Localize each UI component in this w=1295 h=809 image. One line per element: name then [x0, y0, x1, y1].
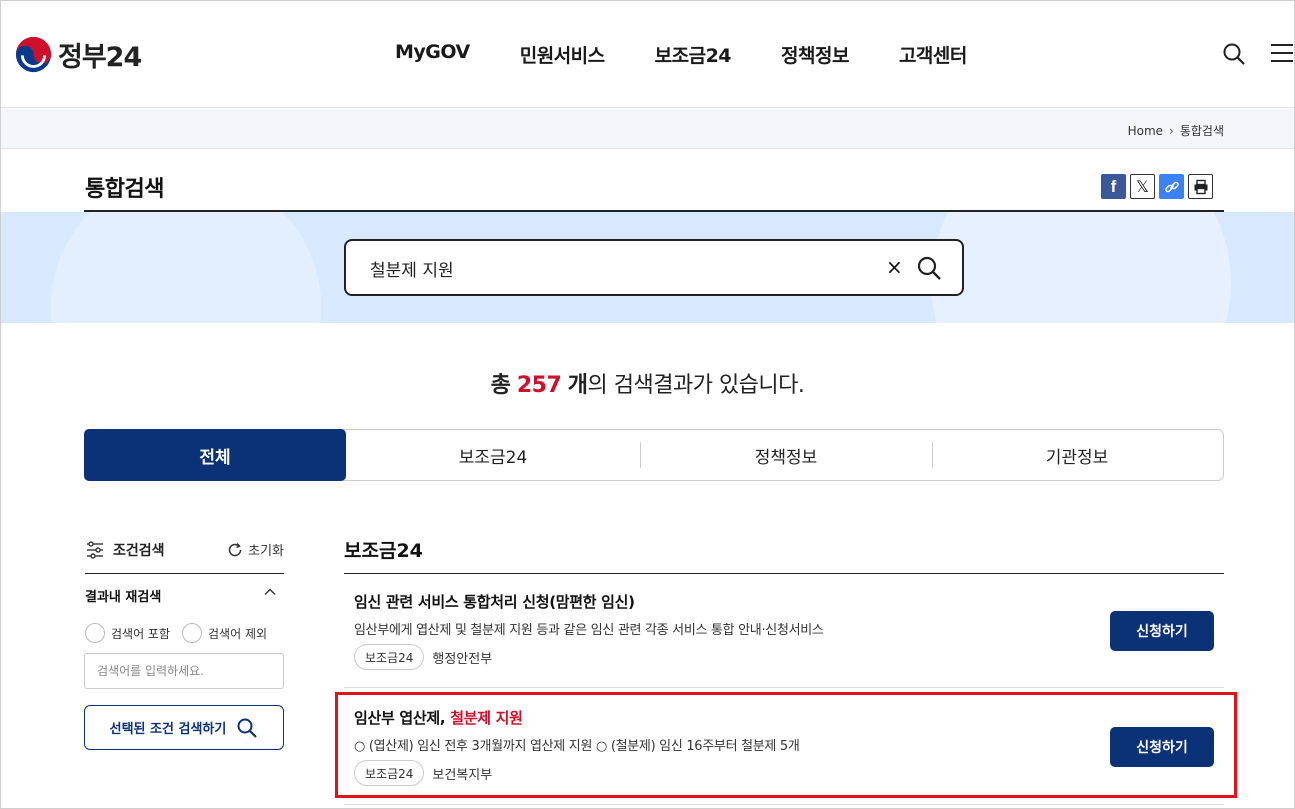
link-copy-icon[interactable]: [1159, 174, 1184, 199]
nav-civil-service[interactable]: 민원서비스: [520, 41, 605, 68]
chevron-right-icon: ›: [1169, 123, 1174, 138]
refresh-icon: [228, 542, 242, 556]
condition-search-label: 선택된 조건 검색하기: [109, 722, 227, 737]
section-divider: [344, 573, 1224, 574]
exclude-keyword-label: 검색어 제외: [208, 626, 268, 641]
tab-agency-info-label: 기관정보: [1045, 447, 1109, 468]
tab-policy-info[interactable]: 정책정보: [640, 430, 932, 480]
nav-subsidy24[interactable]: 보조금24: [655, 41, 732, 68]
decorative-circle: [931, 212, 1231, 323]
keyword-input[interactable]: [84, 653, 284, 689]
tab-policy-info-label: 정책정보: [754, 447, 818, 468]
logo-text: 정부24: [58, 42, 142, 73]
nav-policy-info[interactable]: 정책정보: [781, 41, 849, 68]
result-divider: [344, 804, 1224, 805]
filter-title-label: 조건검색: [113, 543, 165, 559]
hamburger-menu-icon[interactable]: [1271, 43, 1293, 63]
exclude-keyword-radio[interactable]: [182, 623, 203, 643]
search-icon[interactable]: [1222, 42, 1246, 66]
reset-label: 초기화: [248, 544, 284, 559]
result-meta: 보조금24 행정안전부: [354, 644, 492, 670]
print-icon[interactable]: [1188, 174, 1213, 199]
category-tag: 보조금24: [354, 644, 425, 670]
research-options: 검색어 포함 검색어 제외: [85, 623, 279, 643]
research-title: 결과내 재검색: [85, 590, 162, 605]
sliders-icon: [87, 541, 103, 559]
summary-prefix: 총: [490, 373, 511, 398]
site-header: 정부24 MyGOV 민원서비스 보조금24 정책정보 고객센터: [1, 1, 1294, 108]
include-keyword-radio[interactable]: [85, 623, 105, 643]
page-title: 통합검색: [85, 177, 164, 202]
breadcrumb-current: 통합검색: [1179, 124, 1224, 138]
apply-button[interactable]: 신청하기: [1110, 611, 1214, 651]
tab-agency-info[interactable]: 기관정보: [932, 430, 1222, 480]
main-navigation: MyGOV 민원서비스 보조금24 정책정보 고객센터: [395, 41, 1017, 68]
search-submit-icon[interactable]: [916, 255, 942, 281]
decorative-circle: [51, 212, 321, 323]
tab-divider: [640, 442, 641, 468]
agency-name: 행정안전부: [432, 651, 493, 667]
filter-title: 조건검색: [85, 540, 165, 560]
result-item: 임신 관련 서비스 통합처리 신청(맘편한 임신) 임산부에게 엽산제 및 철분…: [344, 591, 1224, 681]
result-count: 257: [516, 373, 562, 398]
share-toolbar: f 𝕏: [1101, 174, 1217, 199]
condition-search-button[interactable]: 선택된 조건 검색하기: [84, 705, 284, 750]
result-summary: 총 257 개의 검색결과가 있습니다.: [1, 367, 1294, 399]
clear-icon[interactable]: ×: [886, 255, 903, 279]
site-logo[interactable]: 정부24: [15, 35, 142, 74]
result-title[interactable]: 임신 관련 서비스 통합처리 신청(맘편한 임신): [354, 591, 635, 612]
nav-customer-center[interactable]: 고객센터: [899, 41, 967, 68]
filter-header: 조건검색 초기화: [85, 538, 284, 574]
search-icon: [237, 718, 258, 738]
x-share-icon[interactable]: 𝕏: [1130, 174, 1155, 199]
search-box: ×: [344, 239, 964, 296]
chain-link-icon: [1164, 181, 1179, 192]
taegeuk-logo-icon: [15, 36, 52, 73]
facebook-share-icon[interactable]: f: [1101, 174, 1126, 199]
tab-subsidy24[interactable]: 보조금24: [346, 430, 640, 480]
printer-icon: [1194, 179, 1207, 194]
summary-suffix: 의 검색결과가 있습니다.: [587, 373, 805, 398]
search-input[interactable]: [370, 258, 850, 278]
tab-all[interactable]: 전체: [84, 429, 346, 481]
tab-divider: [932, 442, 933, 468]
chevron-up-icon[interactable]: [263, 585, 277, 599]
summary-unit: 개: [567, 373, 588, 398]
reset-button[interactable]: 초기화: [227, 540, 284, 559]
breadcrumb: Home › 통합검색: [1128, 122, 1224, 139]
nav-mygov[interactable]: MyGOV: [395, 41, 470, 68]
results-section-title: 보조금24: [344, 540, 423, 562]
result-description: 임산부에게 엽산제 및 철분제 지원 등과 같은 임신 관련 각종 서비스 통합…: [354, 623, 824, 638]
include-keyword-label: 검색어 포함: [111, 626, 171, 641]
highlight-annotation-box: [335, 692, 1237, 798]
breadcrumb-bar: Home › 통합검색: [1, 109, 1294, 149]
breadcrumb-home[interactable]: Home: [1128, 124, 1163, 138]
result-divider: [344, 687, 1224, 688]
category-tabs: 전체 보조금24 정책정보 기관정보: [84, 429, 1224, 481]
